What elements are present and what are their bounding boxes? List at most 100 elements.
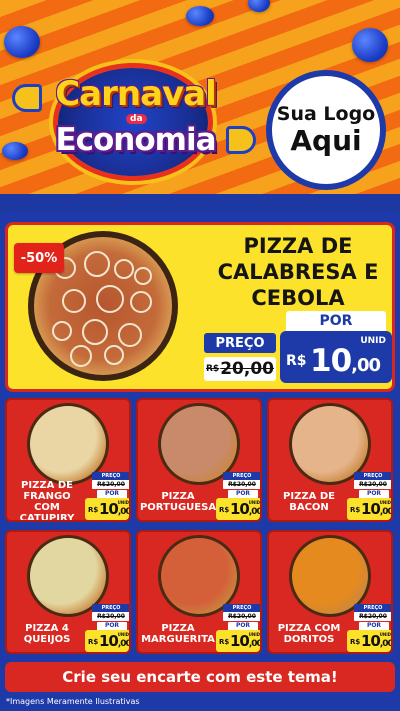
coin-decoration bbox=[186, 6, 214, 26]
por-label: POR bbox=[359, 490, 389, 498]
onion-ring bbox=[130, 291, 152, 313]
coin-decoration bbox=[352, 28, 388, 62]
price-integer: 10 bbox=[99, 632, 119, 650]
pizza-topping bbox=[30, 406, 106, 482]
pizza-topping bbox=[161, 538, 237, 614]
pizza-topping bbox=[30, 538, 106, 614]
product-card: PIZZA DE BACON PREÇO R$20,00 POR UNID R$ 10,00 bbox=[267, 398, 393, 522]
price-integer: 10 bbox=[361, 500, 381, 518]
product-card: PIZZA 4 QUEIJOS PREÇO R$20,00 POR UNID R$ 10,0… bbox=[5, 530, 131, 654]
price-cents: ,00 bbox=[351, 355, 381, 376]
price-amount: 10,00 bbox=[230, 632, 262, 650]
campaign-title-line2: Economia bbox=[55, 122, 216, 158]
sale-price: UNID R$ 10,00 bbox=[85, 498, 131, 520]
old-price: R$ 20,00 bbox=[204, 357, 276, 381]
product-card: PIZZA COM DORITOS PREÇO R$20,00 POR UNID R$ 10… bbox=[267, 530, 393, 654]
price-currency: R$ bbox=[219, 638, 230, 646]
preco-label: PREÇO bbox=[223, 604, 260, 612]
onion-ring bbox=[104, 345, 124, 365]
brand-logo-placeholder: Sua Logo Aqui bbox=[266, 70, 386, 190]
onion-ring bbox=[114, 259, 134, 279]
old-price: R$20,00 bbox=[223, 612, 260, 621]
header-banner: Carnaval da Economia Sua Logo Aqui bbox=[0, 0, 400, 212]
old-price: R$20,00 bbox=[92, 480, 129, 489]
discount-badge: -50% bbox=[14, 243, 64, 273]
old-price: R$20,00 bbox=[223, 480, 260, 489]
product-card: PIZZA PORTUGUESA PREÇO R$20,00 POR UNID R$ 10,… bbox=[136, 398, 262, 522]
price-currency: R$ bbox=[219, 506, 230, 514]
price-amount: 10,00 bbox=[361, 632, 393, 650]
onion-ring bbox=[82, 319, 108, 345]
price-integer: 10 bbox=[310, 343, 352, 379]
preco-label: PREÇO bbox=[354, 472, 391, 480]
price-currency: R$ bbox=[350, 506, 361, 514]
flyer-page: Carnaval da Economia Sua Logo Aqui -50% … bbox=[0, 0, 400, 711]
sale-price: UNID R$ 10,00 bbox=[85, 630, 131, 652]
product-name: PIZZA DE BACON bbox=[283, 491, 335, 513]
sale-price: UNID R$ 10,00 bbox=[280, 331, 392, 383]
price-cents: ,00 bbox=[117, 507, 131, 517]
por-label: POR bbox=[228, 490, 258, 498]
price-cents: ,00 bbox=[248, 507, 262, 517]
old-price: R$20,00 bbox=[92, 612, 129, 621]
pizza-topping bbox=[292, 406, 368, 482]
preco-label: PREÇO bbox=[354, 604, 391, 612]
old-price: R$20,00 bbox=[354, 480, 391, 489]
campaign-title-line1: Carnaval bbox=[55, 74, 217, 114]
price-currency: R$ bbox=[286, 353, 307, 369]
price-cents: ,00 bbox=[379, 507, 393, 517]
onion-ring bbox=[84, 251, 110, 277]
product-name: PIZZA MARGUERITA bbox=[141, 623, 215, 645]
old-price-value: 20,00 bbox=[220, 359, 274, 379]
price-amount: 10,00 bbox=[361, 500, 393, 518]
price-integer: 10 bbox=[361, 632, 381, 650]
price-integer: 10 bbox=[230, 632, 250, 650]
por-label: POR bbox=[228, 622, 258, 630]
featured-offer: -50% PIZZA DE CALABRESA E CEBOLA PREÇO R… bbox=[5, 222, 395, 392]
product-name: PIZZA PORTUGUESA bbox=[139, 491, 217, 513]
coin-decoration bbox=[248, 0, 270, 12]
preco-label: PREÇO bbox=[92, 604, 129, 612]
price-currency: R$ bbox=[88, 506, 99, 514]
product-name: PIZZA COM DORITOS bbox=[277, 623, 341, 645]
onion-ring bbox=[52, 321, 72, 341]
sale-price: UNID R$ 10,00 bbox=[216, 498, 262, 520]
product-name: PIZZA DE FRANGO COM CATUPIRY bbox=[19, 480, 75, 522]
price-cents: ,00 bbox=[379, 639, 393, 649]
sale-price: UNID R$ 10,00 bbox=[347, 498, 393, 520]
onion-ring bbox=[96, 285, 124, 313]
por-label: POR bbox=[97, 622, 127, 630]
por-label: POR bbox=[359, 622, 389, 630]
old-price: R$20,00 bbox=[354, 612, 391, 621]
price-cents: ,00 bbox=[117, 639, 131, 649]
price-amount: 10,00 bbox=[310, 343, 381, 379]
featured-product-name: PIZZA DE CALABRESA E CEBOLA bbox=[217, 234, 379, 310]
coin-decoration bbox=[4, 26, 40, 58]
price-currency: R$ bbox=[350, 638, 361, 646]
campaign-logo: Carnaval da Economia bbox=[12, 62, 256, 182]
price-integer: 10 bbox=[230, 500, 250, 518]
sale-price: UNID R$ 10,00 bbox=[216, 630, 262, 652]
cta-banner[interactable]: Crie seu encarte com este tema! bbox=[5, 662, 395, 692]
product-card: PIZZA DE FRANGO COM CATUPIRY PREÇO R$20,00… bbox=[5, 398, 131, 522]
product-card: PIZZA MARGUERITA PREÇO R$20,00 POR UNID R$ 10,… bbox=[136, 530, 262, 654]
brand-logo-line2: Aqui bbox=[290, 124, 362, 157]
sale-price: UNID R$ 10,00 bbox=[347, 630, 393, 652]
brand-logo-line1: Sua Logo bbox=[276, 103, 376, 125]
por-label: POR bbox=[286, 311, 386, 331]
pizza-topping bbox=[161, 406, 237, 482]
disclaimer-text: *Imagens Meramente Ilustrativas bbox=[6, 697, 140, 706]
por-label: POR bbox=[97, 490, 127, 498]
price-cents: ,00 bbox=[248, 639, 262, 649]
preco-label: PREÇO bbox=[92, 472, 129, 480]
onion-ring bbox=[62, 289, 86, 313]
onion-ring bbox=[134, 267, 152, 285]
preco-label: PREÇO bbox=[223, 472, 260, 480]
old-price-currency: R$ bbox=[206, 364, 220, 374]
onion-ring bbox=[118, 323, 142, 347]
preco-label: PREÇO bbox=[204, 333, 276, 353]
price-integer: 10 bbox=[99, 500, 119, 518]
product-name: PIZZA 4 QUEIJOS bbox=[23, 623, 71, 645]
price-currency: R$ bbox=[88, 638, 99, 646]
price-amount: 10,00 bbox=[230, 500, 262, 518]
